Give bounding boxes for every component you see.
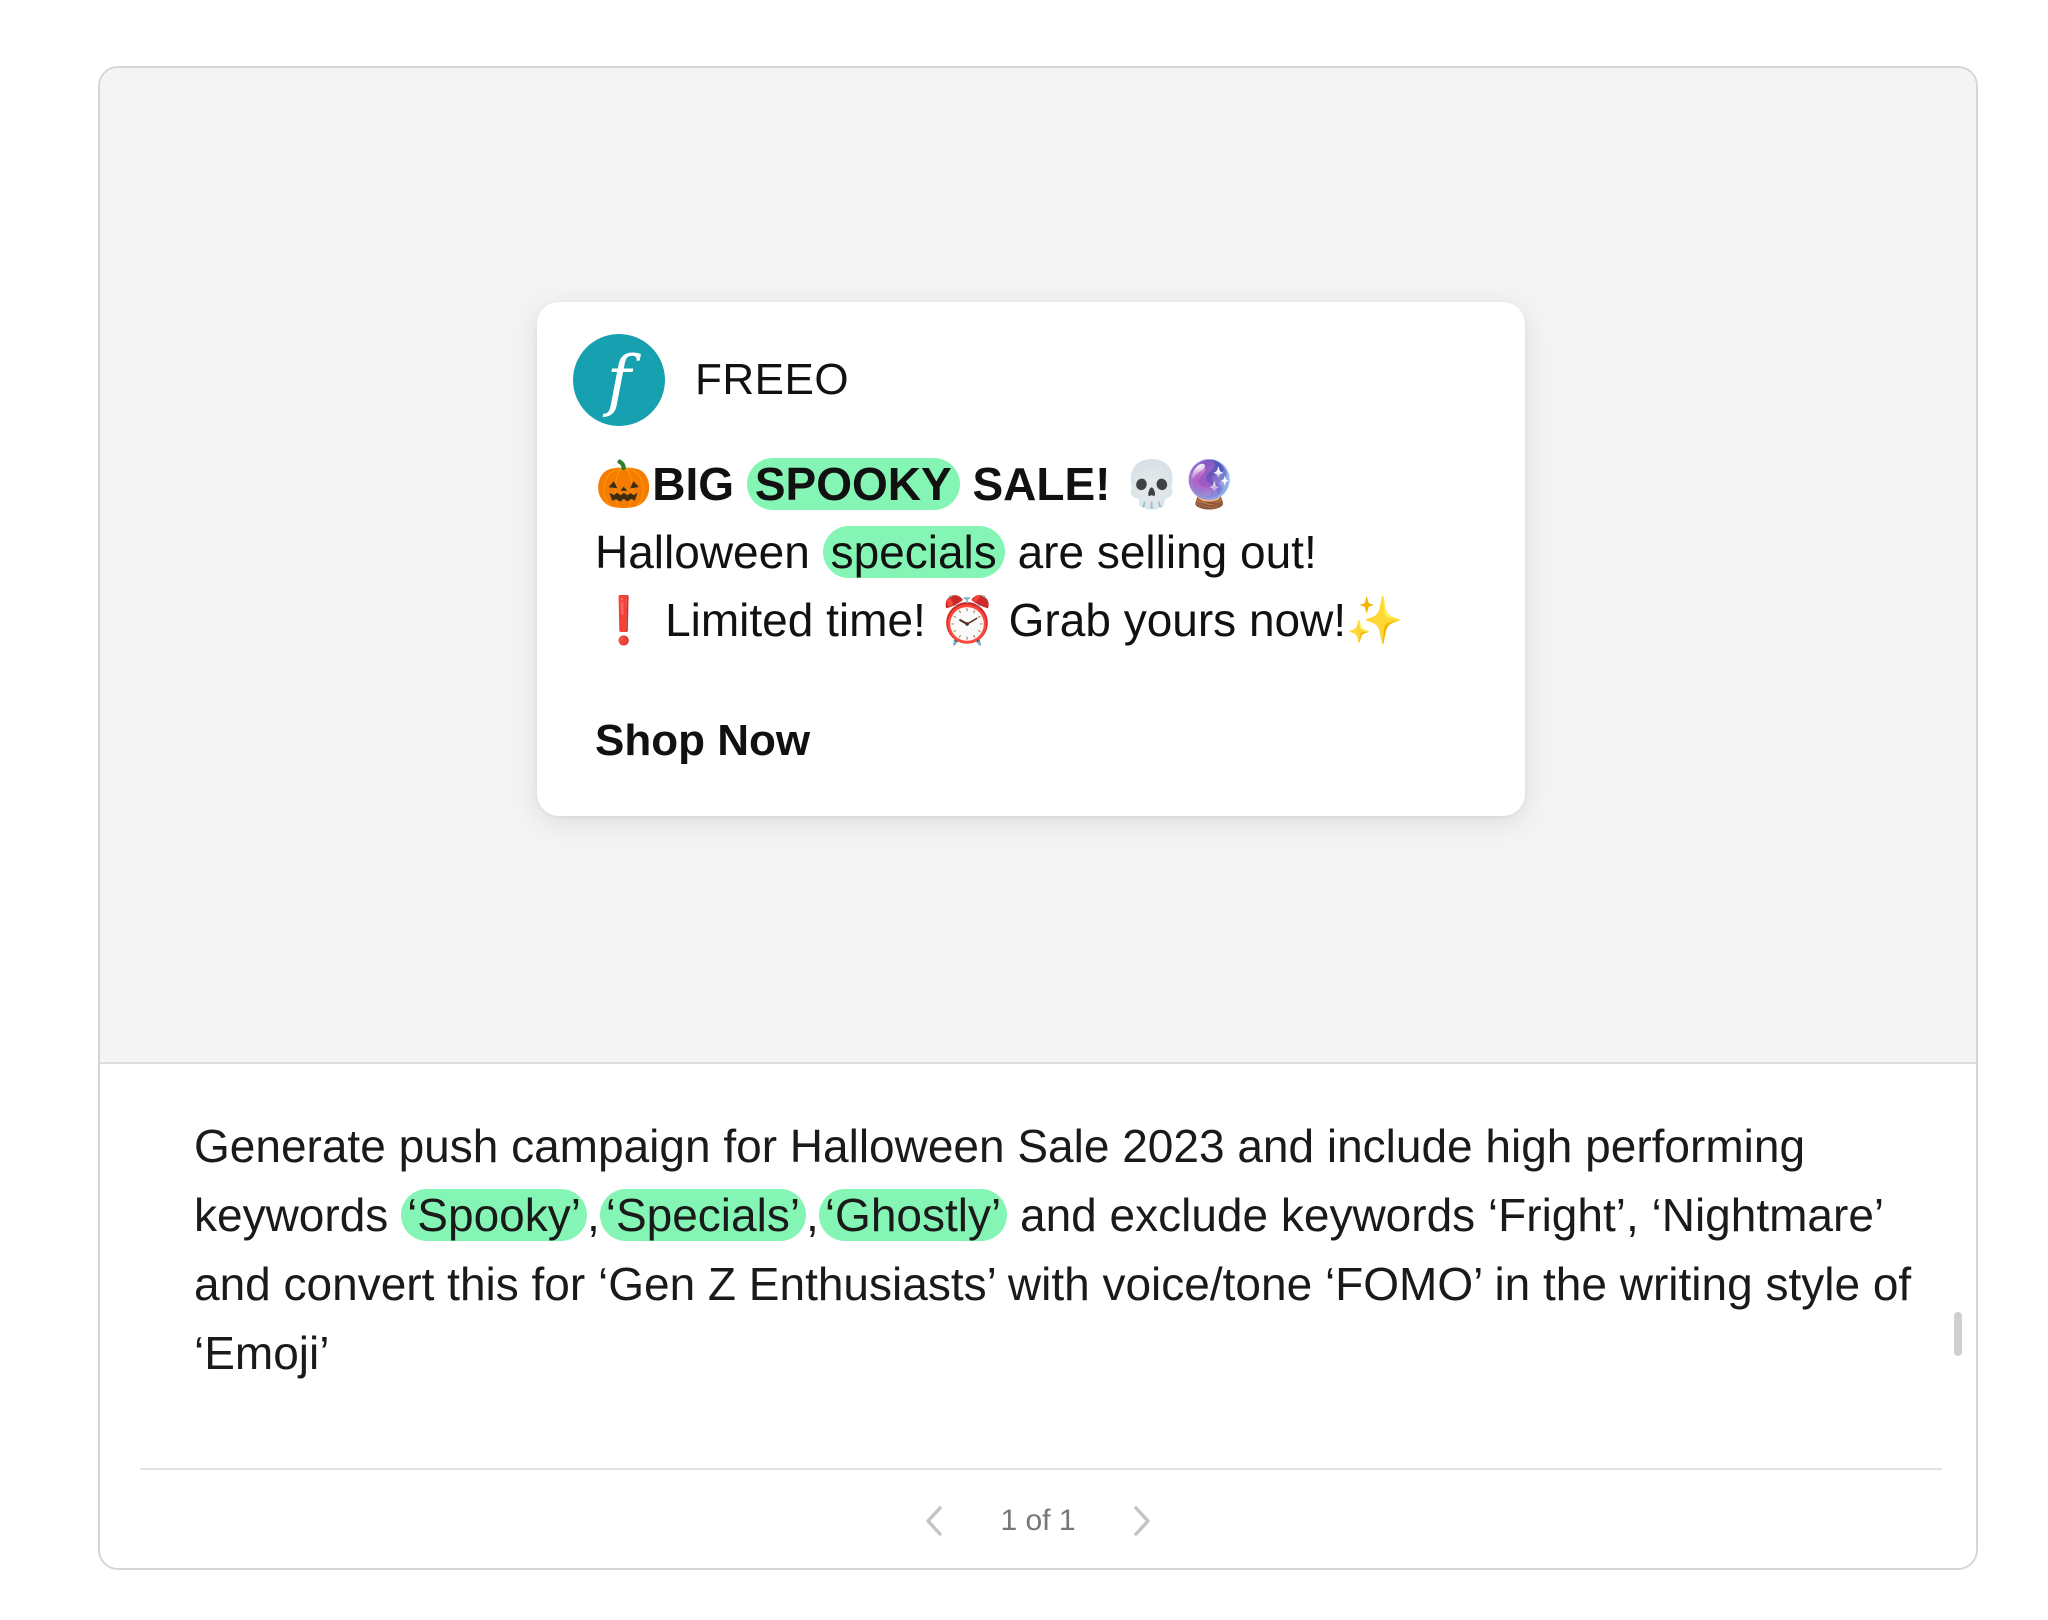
highlighted-keyword-specials: specials (822, 526, 1005, 578)
notification-header: f FREEO (573, 334, 849, 426)
title-text-after: SALE! (972, 458, 1111, 510)
chevron-right-icon[interactable] (1122, 1501, 1162, 1541)
sparkles-emoji: ✨ (1346, 593, 1404, 647)
prompt-text: Generate push campaign for Halloween Sal… (194, 1112, 1914, 1388)
page-indicator: 1 of 1 (1000, 1504, 1076, 1537)
chevron-left-icon[interactable] (914, 1501, 954, 1541)
notification-title: 🎃BIG SPOOKY SALE! 💀🔮 (595, 450, 1495, 518)
freeo-logo-icon: f (573, 334, 665, 426)
keyword-separator: , (586, 1189, 600, 1241)
pagination: 1 of 1 (100, 1486, 1976, 1556)
notification-preview-area: f FREEO 🎃BIG SPOOKY SALE! 💀🔮 Halloween s… (100, 68, 1976, 1064)
highlighted-keyword-ghostly: ‘Ghostly’ (818, 1189, 1008, 1241)
limited-time-text: Limited time! (665, 594, 926, 646)
footer-divider (140, 1468, 1942, 1470)
notification-body-line-2: ❗ Limited time! ⏰ Grab yours now!✨ (595, 586, 1495, 654)
notification-message: 🎃BIG SPOOKY SALE! 💀🔮 Halloween specials … (595, 450, 1495, 654)
skull-crystal-ball-emoji: 💀🔮 (1123, 457, 1238, 511)
push-notification-card[interactable]: f FREEO 🎃BIG SPOOKY SALE! 💀🔮 Halloween s… (537, 302, 1525, 816)
grab-yours-text: Grab yours now! (1008, 594, 1347, 646)
notification-body-line-1: Halloween specials are selling out! (595, 518, 1495, 586)
exclamation-emoji: ❗ (595, 593, 653, 647)
scrollbar-thumb[interactable] (1954, 1312, 1962, 1356)
app-name: FREEO (695, 355, 850, 404)
alarm-clock-emoji: ⏰ (938, 593, 996, 647)
body-text-before: Halloween (595, 526, 810, 578)
pumpkin-emoji: 🎃 (595, 457, 653, 511)
highlighted-keyword-specials: ‘Specials’ (599, 1189, 807, 1241)
title-text-before: BIG (652, 458, 735, 510)
highlighted-keyword-spooky: ‘Spooky’ (401, 1189, 587, 1241)
highlighted-keyword-spooky: SPOOKY (746, 458, 960, 510)
shop-now-button[interactable]: Shop Now (595, 716, 810, 766)
body-text-after: are selling out! (1017, 526, 1317, 578)
keyword-separator: , (806, 1189, 819, 1241)
campaign-preview-card: f FREEO 🎃BIG SPOOKY SALE! 💀🔮 Halloween s… (98, 66, 1978, 1570)
